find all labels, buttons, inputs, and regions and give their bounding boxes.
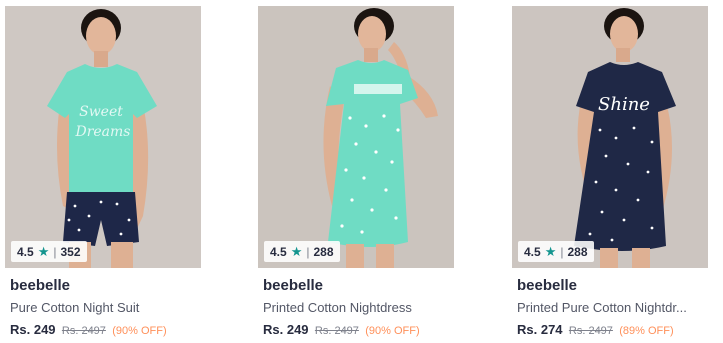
svg-text:Sweet: Sweet (79, 104, 123, 120)
rating-value: 4.5 (270, 244, 287, 259)
model-photo (258, 6, 454, 268)
product-discount: (89% OFF) (619, 325, 674, 337)
product-card[interactable]: 4.5 ★ | 288 beebelle Printed Cotton Nigh… (258, 6, 456, 340)
product-image[interactable]: Shine 4.5 ★ | 288 (512, 6, 708, 268)
rating-badge: 4.5 ★ | 352 (11, 241, 87, 262)
model-photo: Shine (512, 6, 708, 268)
rating-count: 288 (313, 244, 334, 259)
product-card[interactable]: Shine 4.5 ★ | 288 beebelle Printed Pure … (512, 6, 710, 340)
rating-count: 288 (567, 244, 588, 259)
product-image[interactable]: 4.5 ★ | 288 (258, 6, 454, 268)
product-image[interactable]: Sweet Dreams 4.5 ★ | 352 (5, 6, 201, 268)
price-row: Rs. 249 Rs. 2497 (90% OFF) (263, 322, 420, 337)
product-discount: (90% OFF) (365, 325, 420, 337)
rating-value: 4.5 (17, 244, 34, 259)
star-icon: ★ (37, 244, 50, 259)
product-brand: beebelle (517, 277, 578, 294)
rating-badge: 4.5 ★ | 288 (264, 241, 340, 262)
product-mrp: Rs. 2497 (314, 325, 359, 337)
product-mrp: Rs. 2497 (61, 325, 106, 337)
rating-count: 352 (60, 244, 81, 259)
product-price: Rs. 249 (263, 322, 309, 337)
rating-separator: | (560, 244, 564, 259)
product-mrp: Rs. 2497 (568, 325, 613, 337)
rating-badge: 4.5 ★ | 288 (518, 241, 594, 262)
star-icon: ★ (290, 244, 303, 259)
product-brand: beebelle (10, 277, 71, 294)
price-row: Rs. 274 Rs. 2497 (89% OFF) (517, 322, 674, 337)
product-name: Pure Cotton Night Suit (10, 300, 140, 315)
svg-text:Shine: Shine (598, 94, 650, 115)
product-brand: beebelle (263, 277, 324, 294)
product-name: Printed Cotton Nightdress (263, 300, 412, 315)
product-card[interactable]: Sweet Dreams 4.5 ★ | 352 beebelle Pure C… (5, 6, 203, 340)
product-grid: Sweet Dreams 4.5 ★ | 352 beebelle Pure C… (0, 0, 723, 343)
price-row: Rs. 249 Rs. 2497 (90% OFF) (10, 322, 167, 337)
product-discount: (90% OFF) (112, 325, 167, 337)
product-price: Rs. 274 (517, 322, 563, 337)
rating-value: 4.5 (524, 244, 541, 259)
svg-text:Dreams: Dreams (74, 124, 130, 140)
rating-separator: | (306, 244, 310, 259)
star-icon: ★ (544, 244, 557, 259)
product-name: Printed Pure Cotton Nightdr... (517, 300, 687, 315)
model-photo: Sweet Dreams (5, 6, 201, 268)
product-price: Rs. 249 (10, 322, 56, 337)
rating-separator: | (53, 244, 57, 259)
